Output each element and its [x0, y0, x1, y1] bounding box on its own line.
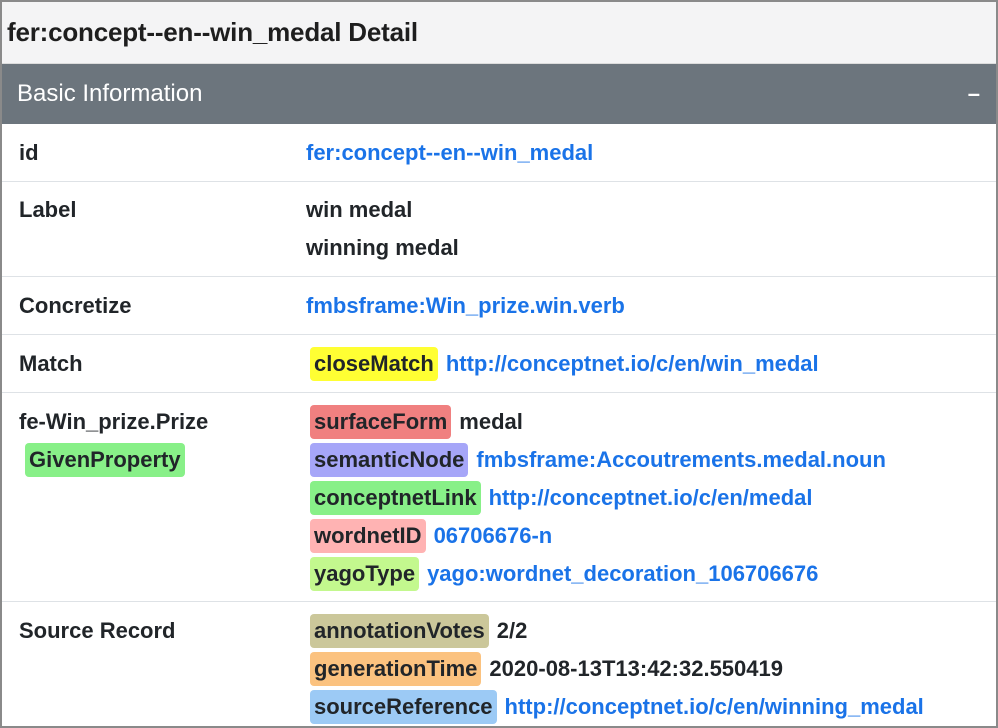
label-value: win medal [306, 197, 413, 222]
sourcereference-link[interactable]: http://conceptnet.io/c/en/winning_medal [505, 694, 924, 720]
tag-surfaceform: surfaceForm [310, 405, 452, 439]
section-header-basic-information[interactable]: Basic Information – [2, 64, 996, 124]
title-bar: fer:concept--en--win_medal Detail [2, 2, 996, 64]
tag-sourcereference: sourceReference [310, 690, 497, 724]
annotationvotes-value: 2/2 [496, 618, 528, 643]
detail-panel: fer:concept--en--win_medal Detail Basic … [0, 0, 998, 728]
conceptnetlink-link[interactable]: http://conceptnet.io/c/en/medal [489, 485, 813, 511]
row-key: id [2, 124, 302, 182]
property-line: conceptnetLink http://conceptnet.io/c/en/… [306, 479, 996, 517]
key-label: id [19, 139, 39, 165]
generationtime-value: 2020-08-13T13:42:32.550419 [489, 656, 783, 681]
table-row-label: Label win medal winning medal [2, 182, 996, 277]
key-label: Source Record [19, 618, 176, 643]
fe-items: surfaceForm medal semanticNode fmbsframe:Ac… [306, 403, 996, 593]
id-link[interactable]: fer:concept--en--win_medal [306, 140, 593, 166]
property-line: semanticNode fmbsframe:Accoutrements.meda… [306, 441, 996, 479]
wordnetid-link[interactable]: 06706676-n [434, 523, 553, 549]
tag-annotationvotes: annotationVotes [310, 614, 489, 648]
row-key: Source Record [2, 602, 302, 727]
detail-table: id fer:concept--en--win_medal Label win … [2, 124, 996, 726]
key-label: Match [19, 350, 83, 376]
row-key: fe-Win_prize.Prize GivenProperty [2, 393, 302, 602]
row-value: annotationVotes 2/2 generationTime 2020-08-… [302, 602, 996, 727]
row-value: fmbsframe:Win_prize.win.verb [302, 277, 996, 335]
row-key: Label [2, 182, 302, 277]
key-label: fe-Win_prize.Prize [19, 409, 209, 434]
row-value: fer:concept--en--win_medal [302, 124, 996, 182]
concretize-link[interactable]: fmbsframe:Win_prize.win.verb [306, 293, 625, 319]
source-items: annotationVotes 2/2 generationTime 2020-08-… [306, 612, 996, 726]
table-row-concretize: Concretize fmbsframe:Win_prize.win.verb [2, 277, 996, 335]
table-row-fe: fe-Win_prize.Prize GivenProperty surface… [2, 393, 996, 602]
table-row-match: Match closeMatch http://conceptnet.io/c/… [2, 335, 996, 393]
property-line: wordnetID 06706676-n [306, 517, 996, 555]
match-link[interactable]: http://conceptnet.io/c/en/win_medal [446, 351, 819, 377]
surfaceform-value: medal [459, 409, 523, 434]
tag-yagotype: yagoType [310, 557, 420, 591]
tag-wordnetid: wordnetID [310, 519, 426, 553]
table-row-source-record: Source Record annotationVotes 2/2 generati… [2, 602, 996, 727]
key-label: Concretize [19, 292, 132, 318]
table-row-id: id fer:concept--en--win_medal [2, 124, 996, 182]
tag-conceptnetlink: conceptnetLink [310, 481, 481, 515]
row-key: Concretize [2, 277, 302, 335]
tag-givenproperty: GivenProperty [25, 443, 185, 477]
tag-generationtime: generationTime [310, 652, 482, 686]
key-label: Label [19, 197, 77, 222]
row-value: surfaceForm medal semanticNode fmbsframe:Ac… [302, 393, 996, 602]
property-line: annotationVotes 2/2 [306, 612, 996, 650]
row-value: win medal winning medal [302, 182, 996, 277]
row-key: Match [2, 335, 302, 393]
tag-semanticnode: semanticNode [310, 443, 469, 477]
yagotype-link[interactable]: yago:wordnet_decoration_106706676 [427, 561, 818, 587]
collapse-icon[interactable]: – [964, 81, 984, 107]
row-value: closeMatch http://conceptnet.io/c/en/win… [302, 335, 996, 393]
property-line: surfaceForm medal [306, 403, 996, 441]
semanticnode-link[interactable]: fmbsframe:Accoutrements.medal.noun [476, 447, 886, 473]
page-title: fer:concept--en--win_medal Detail [7, 17, 418, 47]
property-line: generationTime 2020-08-13T13:42:32.550419 [306, 650, 996, 688]
tag-closematch: closeMatch [310, 346, 438, 381]
section-title: Basic Information [17, 80, 203, 107]
label-value: winning medal [306, 235, 459, 260]
property-line: sourceReference http://conceptnet.io/c/en… [306, 688, 996, 726]
property-line: yagoType yago:wordnet_decoration_10670667… [306, 555, 996, 593]
